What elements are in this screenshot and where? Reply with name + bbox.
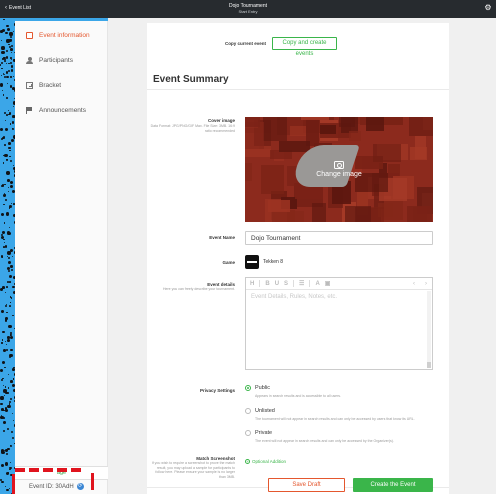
undo-icon[interactable]: ‹ bbox=[413, 281, 415, 287]
event-name-input[interactable]: Dojo Tournament bbox=[245, 231, 433, 245]
game-logo-icon[interactable] bbox=[245, 255, 259, 269]
copy-event-card: Copy current event Copy and create event… bbox=[147, 23, 449, 69]
save-draft-button[interactable]: Save Draft bbox=[268, 478, 345, 492]
privacy-private-desc: The event will not appear in search resu… bbox=[255, 439, 394, 443]
sidebar-item-announcements[interactable]: Announcements bbox=[15, 98, 107, 123]
cover-image[interactable]: Change image bbox=[245, 117, 433, 222]
event-name-label: Event Name bbox=[209, 235, 235, 240]
editor-toolbar: H B U S ☰ A ▣ ‹ › bbox=[246, 278, 432, 290]
gear-icon[interactable]: ⚙ bbox=[484, 4, 492, 12]
privacy-unlisted-radio[interactable] bbox=[245, 408, 251, 414]
optional-addition-link[interactable]: + Optional Addition bbox=[245, 459, 286, 464]
privacy-private-label: Private bbox=[255, 430, 273, 436]
sidebar-item-label: Bracket bbox=[39, 82, 62, 89]
create-event-button[interactable]: Create the Event bbox=[353, 478, 433, 492]
event-details-editor[interactable]: H B U S ☰ A ▣ ‹ › Event Details, Rules, … bbox=[245, 277, 433, 370]
main-content: Copy current event Copy and create event… bbox=[108, 18, 496, 494]
sidebar: Event information Participants Bracket A… bbox=[15, 21, 108, 494]
section-title: Event Summary bbox=[153, 74, 229, 85]
privacy-settings-label: Privacy Settings bbox=[199, 388, 235, 393]
section-divider bbox=[147, 89, 449, 90]
camera-icon bbox=[334, 160, 344, 169]
annotation-dash-right bbox=[91, 473, 94, 490]
text-color-button[interactable]: A bbox=[315, 281, 319, 287]
change-image-label: Change image bbox=[316, 170, 362, 178]
list-button[interactable]: ☰ bbox=[299, 280, 304, 287]
cover-image-label: Cover image bbox=[207, 118, 235, 123]
match-screenshot-hint: If you wish to require a screenshot to p… bbox=[151, 461, 235, 479]
sidebar-item-label: Participants bbox=[39, 57, 73, 64]
flag-icon bbox=[26, 107, 33, 114]
history-controls: ‹ › bbox=[413, 281, 427, 287]
annotation-dash-top bbox=[15, 468, 85, 472]
top-bar: ‹ Event List Dojo Tournament Start Entry… bbox=[0, 0, 496, 18]
image-button[interactable]: ▣ bbox=[325, 280, 331, 287]
page-subtitle: Start Entry bbox=[238, 9, 258, 14]
privacy-unlisted-label: Unlisted bbox=[255, 408, 275, 414]
event-id-text: Event ID: 30AdH bbox=[29, 483, 74, 490]
strike-button[interactable]: S bbox=[284, 281, 288, 287]
underline-button[interactable]: U bbox=[275, 281, 279, 287]
plus-circle-icon: + bbox=[245, 459, 250, 464]
copy-id-icon[interactable]: ⟳ bbox=[76, 483, 84, 490]
game-name[interactable]: Tekken 8 bbox=[263, 259, 283, 265]
heading-button[interactable]: H bbox=[250, 281, 254, 287]
event-summary-card: Event Summary Cover image Data Format: J… bbox=[147, 67, 449, 494]
privacy-public-desc: Appears in search results and is accessi… bbox=[255, 394, 341, 398]
bold-button[interactable]: B bbox=[265, 281, 269, 287]
header-title-block: Dojo Tournament Start Entry bbox=[0, 3, 496, 15]
cover-image-hint: Data Format: JPG/PNG/GIF Max. File Size:… bbox=[150, 124, 235, 133]
event-id-row: Event ID: 30AdH ⟳ bbox=[29, 483, 84, 490]
bracket-icon bbox=[26, 82, 33, 89]
sidebar-item-participants[interactable]: Participants bbox=[15, 48, 107, 73]
user-icon bbox=[26, 57, 33, 64]
optional-addition-label: Optional Addition bbox=[252, 459, 287, 464]
sidebar-item-label: Event information bbox=[39, 32, 90, 39]
privacy-public-label: Public bbox=[255, 385, 270, 391]
redo-icon[interactable]: › bbox=[425, 281, 427, 287]
copy-event-label: Copy current event bbox=[224, 41, 266, 46]
event-details-hint: Here you can freely describe your tourna… bbox=[163, 287, 235, 291]
change-image-overlay[interactable]: Change image bbox=[311, 150, 367, 188]
game-label: Game bbox=[222, 260, 235, 265]
privacy-public-radio[interactable] bbox=[245, 385, 251, 391]
copy-and-create-events-button[interactable]: Copy and create events bbox=[272, 37, 337, 57]
annotation-dash-left bbox=[12, 474, 15, 494]
editor-placeholder: Event Details, Rules, Notes, etc. bbox=[251, 294, 338, 300]
sidebar-item-event-information[interactable]: Event information bbox=[15, 23, 107, 48]
privacy-unlisted-desc: The tournament will not appear in search… bbox=[255, 417, 415, 421]
privacy-private-radio[interactable] bbox=[245, 430, 251, 436]
editor-scrollbar[interactable] bbox=[427, 291, 431, 368]
sidebar-item-label: Announcements bbox=[39, 107, 86, 114]
document-icon bbox=[26, 32, 33, 39]
sidebar-item-bracket[interactable]: Bracket bbox=[15, 73, 107, 98]
